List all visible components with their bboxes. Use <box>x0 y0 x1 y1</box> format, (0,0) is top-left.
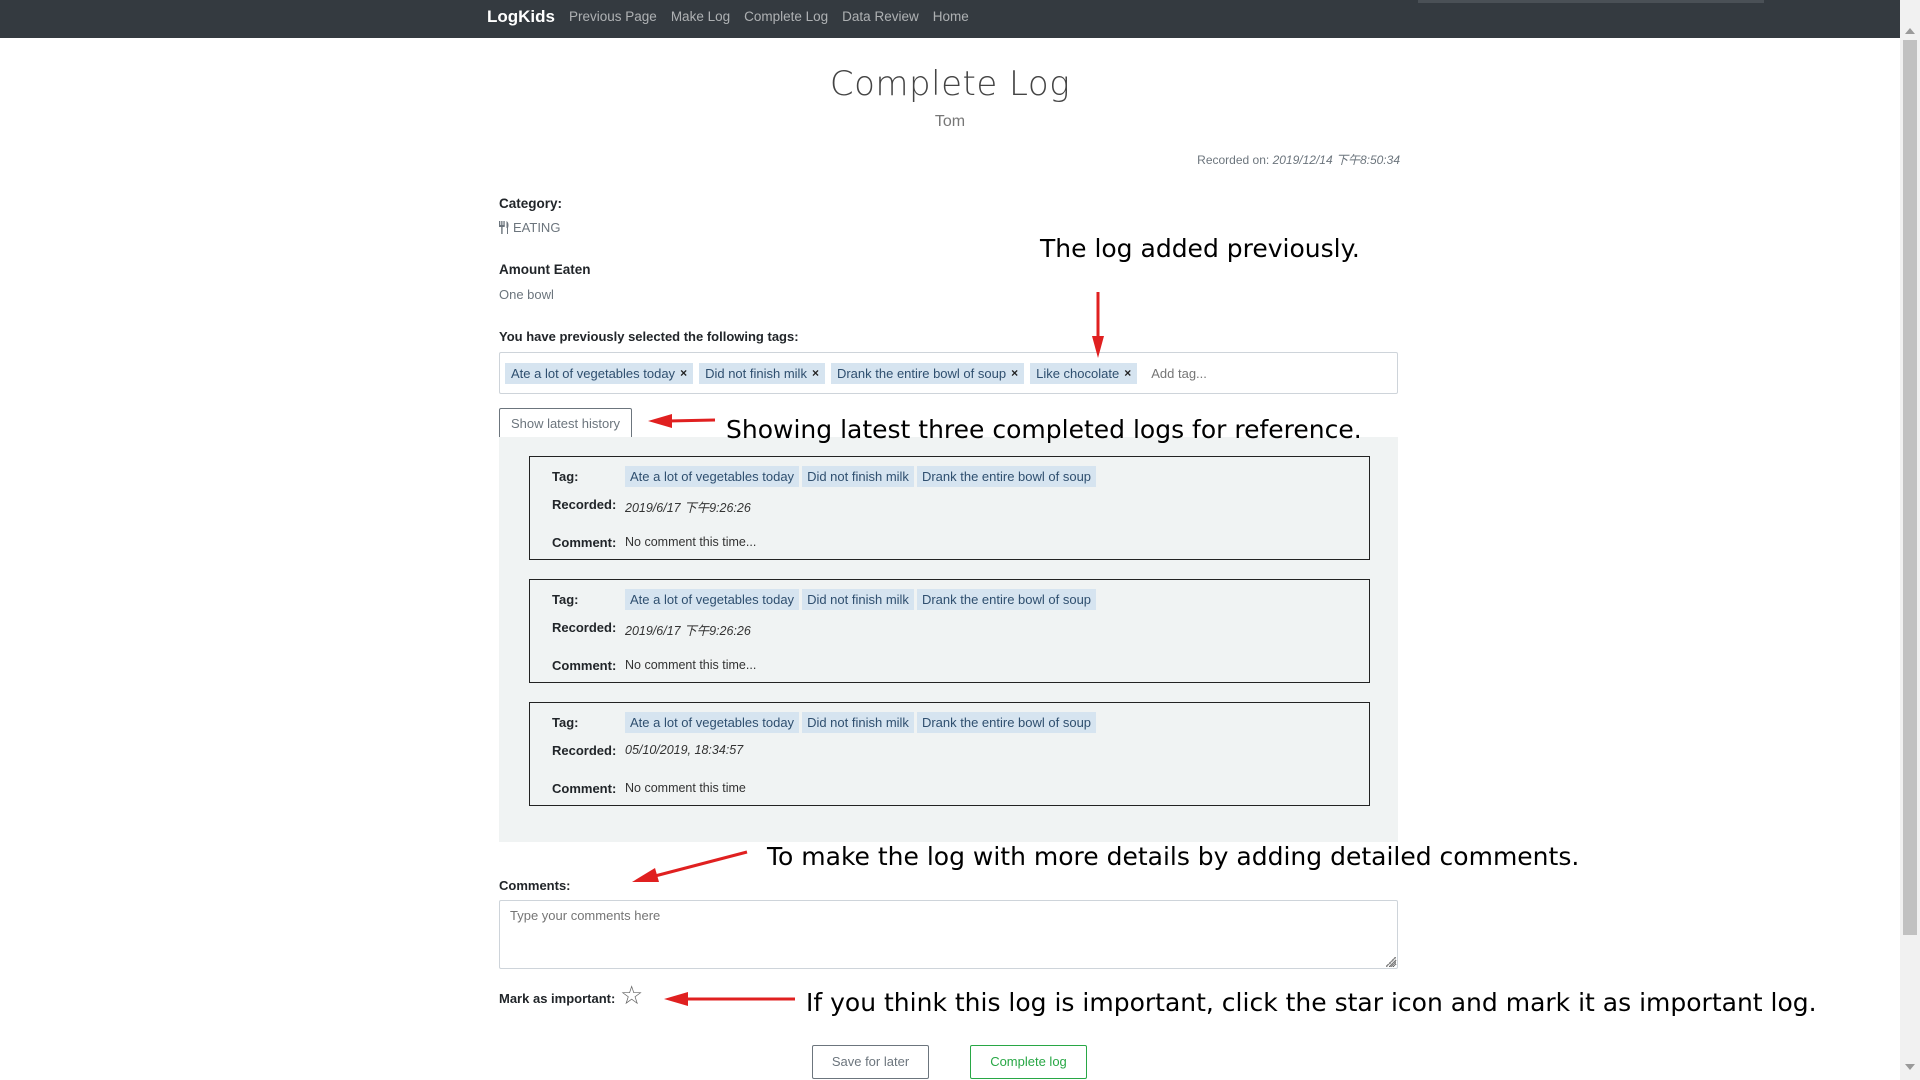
history-tag-chip: Drank the entire bowl of soup <box>916 589 1097 610</box>
fork-knife-icon <box>499 221 509 234</box>
remove-tag-icon[interactable]: × <box>680 366 687 380</box>
resize-grip-icon[interactable] <box>1386 957 1396 967</box>
history-recorded-label: Recorded: <box>552 620 617 635</box>
history-recorded-label: Recorded: <box>552 497 617 512</box>
scrollbar-thumb[interactable] <box>1903 40 1917 935</box>
history-card: Tag: Ate a lot of vegetables today Did n… <box>529 579 1370 683</box>
history-tag-label: Tag: <box>552 469 579 484</box>
child-name: Tom <box>934 113 966 130</box>
tag-chip: Drank the entire bowl of soup × <box>830 362 1025 384</box>
history-tag-chip: Did not finish milk <box>802 466 914 487</box>
nav-data-review[interactable]: Data Review <box>842 9 919 24</box>
history-tag-label: Tag: <box>552 715 579 730</box>
recorded-on-label: Recorded on: <box>1197 153 1273 167</box>
scroll-down-arrow-icon[interactable] <box>1905 1064 1915 1070</box>
brand-logo[interactable]: LogKids <box>487 7 555 27</box>
history-card: Tag: Ate a lot of vegetables today Did n… <box>529 456 1370 560</box>
history-tag-chip: Did not finish milk <box>802 589 914 610</box>
history-tag-label: Tag: <box>552 592 579 607</box>
category-value-row: EATING <box>499 220 560 235</box>
history-recorded-label: Recorded: <box>552 743 617 758</box>
amount-label: Amount Eaten <box>499 262 591 277</box>
recorded-on-value: 2019/12/14 下午8:50:34 <box>1272 153 1400 167</box>
show-latest-history-button[interactable]: Show latest history <box>499 408 632 439</box>
remove-tag-icon[interactable]: × <box>1011 366 1018 380</box>
history-tag-chip: Drank the entire bowl of soup <box>916 466 1097 487</box>
history-tag-chip: Did not finish milk <box>802 712 914 733</box>
arrow-log-added-icon <box>1092 292 1104 358</box>
category-value: EATING <box>513 220 561 235</box>
save-for-later-button[interactable]: Save for later <box>812 1045 929 1079</box>
history-tags: Ate a lot of vegetables today Did not fi… <box>625 466 1099 487</box>
history-card: Tag: Ate a lot of vegetables today Did n… <box>529 702 1370 806</box>
nav-make-log[interactable]: Make Log <box>671 9 730 24</box>
tag-chip-label: Ate a lot of vegetables today <box>511 365 676 381</box>
history-comment-value: No comment this time... <box>625 658 757 672</box>
history-tag-chip: Ate a lot of vegetables today <box>625 466 800 487</box>
nav-links: Previous Page Make Log Complete Log Data… <box>569 9 983 24</box>
annotation-log-added: The log added previously. <box>1040 234 1360 263</box>
history-tag-chip: Drank the entire bowl of soup <box>916 712 1097 733</box>
tag-chip-label: Drank the entire bowl of soup <box>836 365 1007 381</box>
tag-chip-label: Did not finish milk <box>705 365 807 381</box>
category-label: Category: <box>499 196 563 211</box>
tags-label: You have previously selected the followi… <box>499 329 799 344</box>
star-outline-icon[interactable]: ☆ <box>620 982 643 1008</box>
scroll-up-arrow-icon[interactable] <box>1905 28 1915 34</box>
nav-previous-page[interactable]: Previous Page <box>569 9 657 24</box>
annotation-comments-note: To make the log with more details by add… <box>767 842 1580 871</box>
history-comment-label: Comment: <box>552 535 617 550</box>
tag-chip: Like chocolate × <box>1030 362 1138 384</box>
comments-textarea[interactable] <box>499 900 1398 969</box>
history-recorded-value: 2019/6/17 下午9:26:26 <box>625 501 751 515</box>
page-title: Complete Log <box>829 64 1071 104</box>
history-comment-value: No comment this time <box>625 781 746 795</box>
recorded-on: Recorded on: 2019/12/14 下午8:50:34 <box>1197 151 1400 168</box>
annotation-history-note: Showing latest three completed logs for … <box>726 415 1362 444</box>
remove-tag-icon[interactable]: × <box>1124 366 1131 380</box>
history-comment-value: No comment this time... <box>625 535 757 549</box>
history-tags: Ate a lot of vegetables today Did not fi… <box>625 712 1099 733</box>
history-comment-label: Comment: <box>552 781 617 796</box>
tag-input[interactable]: Ate a lot of vegetables today × Did not f… <box>499 352 1398 394</box>
history-comment-label: Comment: <box>552 658 617 673</box>
nav-home[interactable]: Home <box>933 9 969 24</box>
navbar-edge <box>1418 0 1764 3</box>
arrow-important-icon <box>664 992 795 1006</box>
comments-label: Comments: <box>499 878 571 893</box>
navbar: LogKids Previous Page Make Log Complete … <box>0 0 1900 38</box>
remove-tag-icon[interactable]: × <box>812 366 819 380</box>
complete-log-button[interactable]: Complete log <box>970 1045 1087 1079</box>
annotation-important-note: If you think this log is important, clic… <box>806 988 1817 1017</box>
amount-value: One bowl <box>499 287 554 302</box>
tag-chip-label: Like chocolate <box>1036 365 1120 381</box>
history-tag-chip: Ate a lot of vegetables today <box>625 712 800 733</box>
arrow-comments-icon <box>632 850 748 882</box>
history-recorded-value: 05/10/2019, 18:34:57 <box>625 743 744 757</box>
tag-chip: Did not finish milk × <box>699 362 825 384</box>
add-tag-input[interactable] <box>1149 364 1274 382</box>
history-recorded-value: 2019/6/17 下午9:26:26 <box>625 624 751 638</box>
tag-chip: Ate a lot of vegetables today × <box>505 362 694 384</box>
nav-complete-log[interactable]: Complete Log <box>744 9 828 24</box>
arrow-history-icon <box>648 414 716 428</box>
mark-important-label: Mark as important: <box>499 991 616 1006</box>
history-tag-chip: Ate a lot of vegetables today <box>625 589 800 610</box>
history-tags: Ate a lot of vegetables today Did not fi… <box>625 589 1099 610</box>
